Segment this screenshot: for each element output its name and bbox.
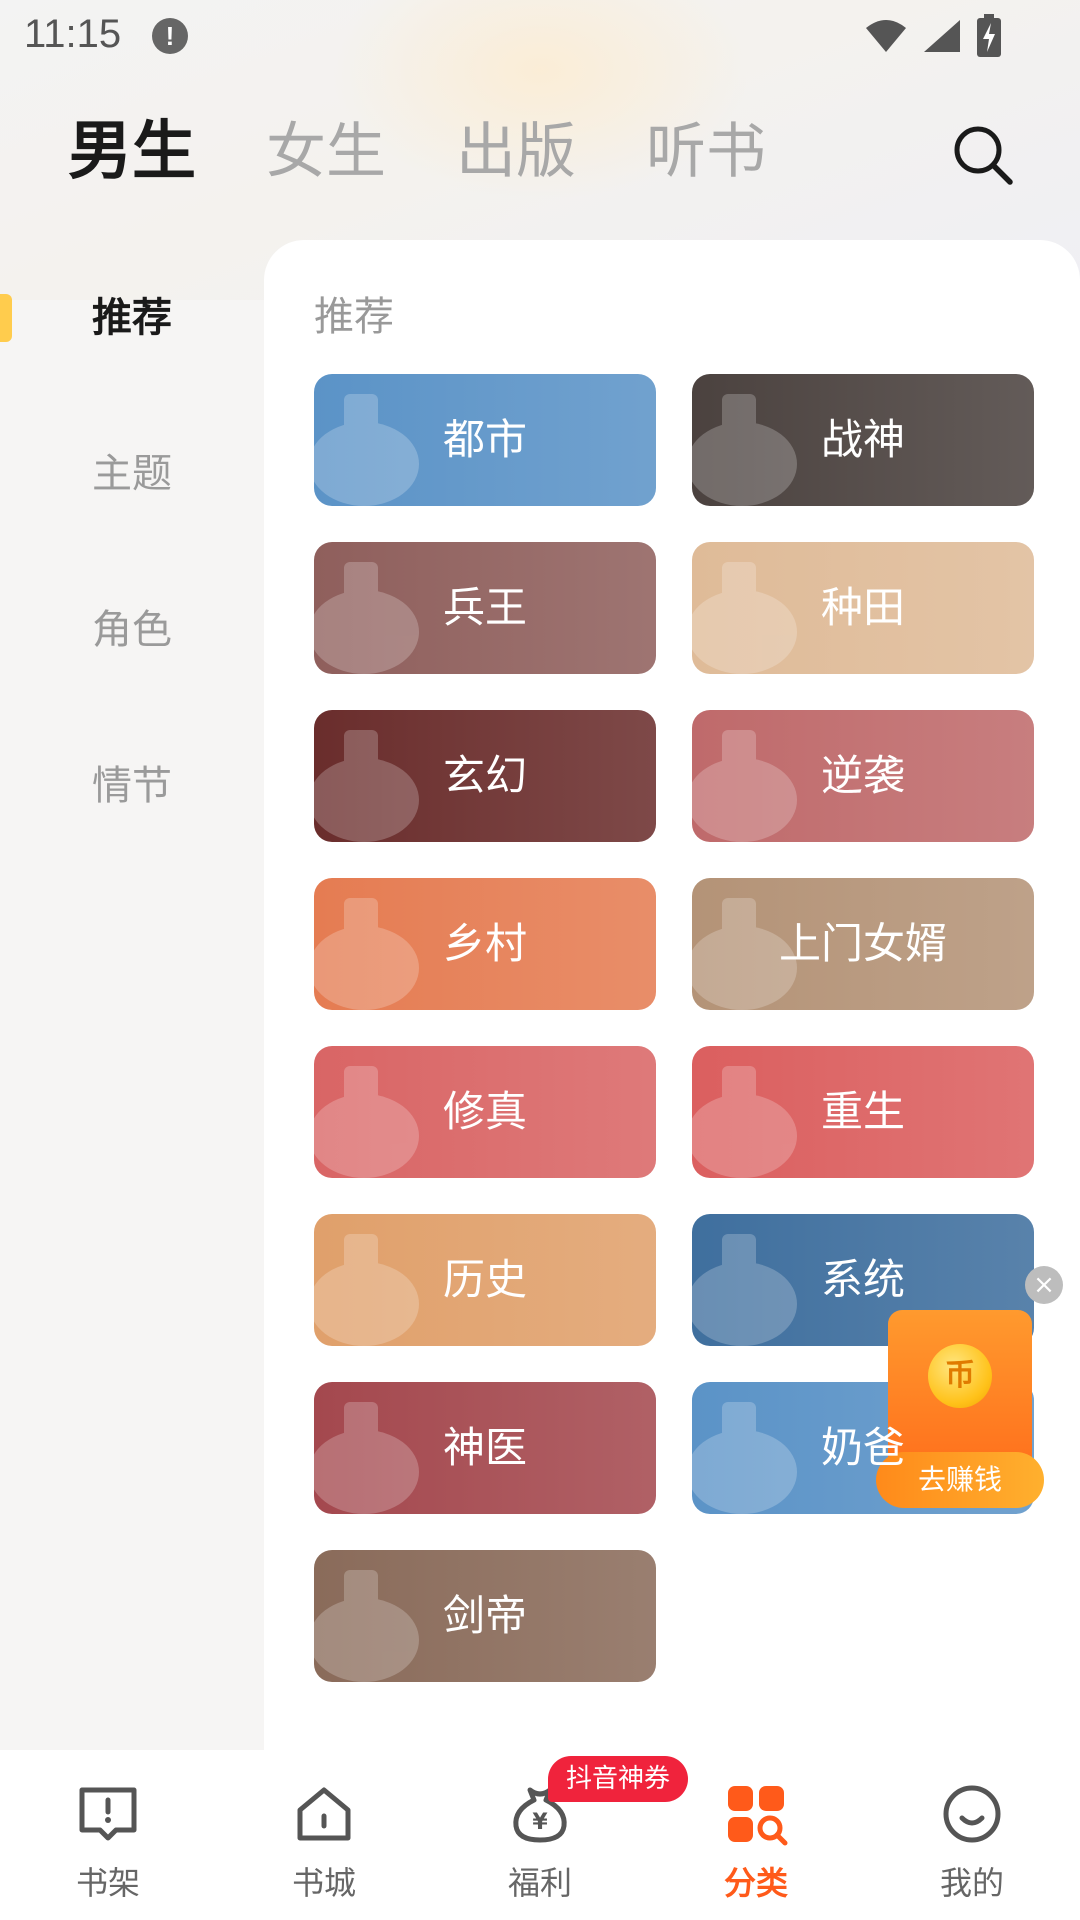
category-illustration-icon <box>692 730 797 842</box>
category-card[interactable]: 神医 <box>314 1382 656 1514</box>
category-illustration-icon <box>692 394 797 506</box>
svg-text:¥: ¥ <box>532 1810 548 1835</box>
category-card[interactable]: 玄幻 <box>314 710 656 842</box>
category-label: 重生 <box>820 1087 905 1136</box>
nav-label-mine: 我的 <box>939 1864 1004 1902</box>
status-bar: 11:15 ! <box>0 0 1080 72</box>
alert-icon: ! <box>152 18 188 54</box>
category-label: 玄幻 <box>442 751 527 800</box>
category-card[interactable]: 战神 <box>692 374 1034 506</box>
category-label: 都市 <box>442 415 527 464</box>
tab-female[interactable]: 女生 <box>266 112 386 192</box>
nav-label-bookshelf: 书架 <box>75 1864 140 1902</box>
battery-icon <box>977 14 1001 57</box>
smile-icon <box>943 1785 1001 1843</box>
category-illustration-icon <box>314 394 419 506</box>
nav-bookstore[interactable]: 书城 <box>216 1750 432 1920</box>
category-illustration-icon <box>692 562 797 674</box>
search-icon[interactable] <box>950 122 1016 188</box>
signal-icon <box>924 20 960 52</box>
bookshelf-icon <box>79 1787 137 1841</box>
category-card[interactable]: 历史 <box>314 1214 656 1346</box>
nav-bookshelf[interactable]: 书架 <box>0 1750 216 1920</box>
sidebar: 推荐 主题 角色 情节 <box>0 240 264 1750</box>
category-card[interactable]: 逆袭 <box>692 710 1034 842</box>
tab-publish[interactable]: 出版 <box>456 112 576 192</box>
category-label: 奶爸 <box>820 1423 905 1472</box>
sidebar-item-plot[interactable]: 情节 <box>0 746 264 826</box>
tab-male[interactable]: 男生 <box>68 112 196 192</box>
nav-mine[interactable]: 我的 <box>864 1750 1080 1920</box>
nav-label-welfare: 福利 <box>507 1864 572 1902</box>
status-icons <box>864 14 1002 58</box>
category-card[interactable]: 重生 <box>692 1046 1034 1178</box>
section-title: 推荐 <box>314 294 394 340</box>
category-illustration-icon <box>314 1234 419 1346</box>
sidebar-item-theme[interactable]: 主题 <box>0 434 264 514</box>
category-illustration-icon <box>314 1570 419 1682</box>
category-illustration-icon <box>692 1402 797 1514</box>
category-card[interactable]: 种田 <box>692 542 1034 674</box>
nav-label-category: 分类 <box>723 1864 788 1902</box>
category-illustration-icon <box>692 1066 797 1178</box>
category-illustration-icon <box>314 1066 419 1178</box>
category-icon <box>728 1786 788 1846</box>
category-label: 乡村 <box>442 919 527 968</box>
category-label: 系统 <box>820 1255 905 1304</box>
nav-label-bookstore: 书城 <box>291 1864 356 1902</box>
top-tabs: 男生 女生 出版 听书 <box>68 112 766 192</box>
sidebar-item-recommend[interactable]: 推荐 <box>0 278 264 358</box>
close-icon[interactable]: × <box>1025 1266 1063 1304</box>
category-card[interactable]: 兵王 <box>314 542 656 674</box>
category-card[interactable]: 都市 <box>314 374 656 506</box>
category-label: 兵王 <box>442 583 527 632</box>
category-panel: 推荐 都市 战神兵王 种田玄幻 逆袭乡村 上门女婿修真 重生历史 系统神医 奶爸剑帝 <box>264 240 1080 1760</box>
category-label: 神医 <box>442 1423 527 1472</box>
category-illustration-icon <box>314 562 419 674</box>
category-card[interactable]: 修真 <box>314 1046 656 1178</box>
category-card[interactable]: 剑帝 <box>314 1550 656 1682</box>
category-label: 修真 <box>442 1087 527 1136</box>
wifi-icon <box>866 20 906 52</box>
category-label: 剑帝 <box>442 1591 527 1640</box>
sidebar-item-role[interactable]: 角色 <box>0 590 264 670</box>
category-label: 上门女婿 <box>778 919 947 968</box>
home-icon <box>297 1787 351 1841</box>
category-illustration-icon <box>314 730 419 842</box>
category-label: 逆袭 <box>820 751 905 800</box>
category-illustration-icon <box>314 898 419 1010</box>
category-illustration-icon <box>692 1234 797 1346</box>
welfare-badge: 抖音神券 <box>548 1756 689 1802</box>
category-label: 战神 <box>820 415 905 464</box>
bottom-nav: 书架 书城 ¥ 福利 分类 我的 <box>0 1750 1080 1920</box>
tab-audiobook[interactable]: 听书 <box>646 112 766 192</box>
coin-icon: 币 <box>928 1344 992 1408</box>
category-illustration-icon <box>314 1402 419 1514</box>
category-card[interactable]: 乡村 <box>314 878 656 1010</box>
category-label: 种田 <box>820 583 905 632</box>
category-card[interactable]: 上门女婿 <box>692 878 1034 1010</box>
category-label: 历史 <box>442 1255 527 1304</box>
status-time: 11:15 <box>24 12 122 56</box>
